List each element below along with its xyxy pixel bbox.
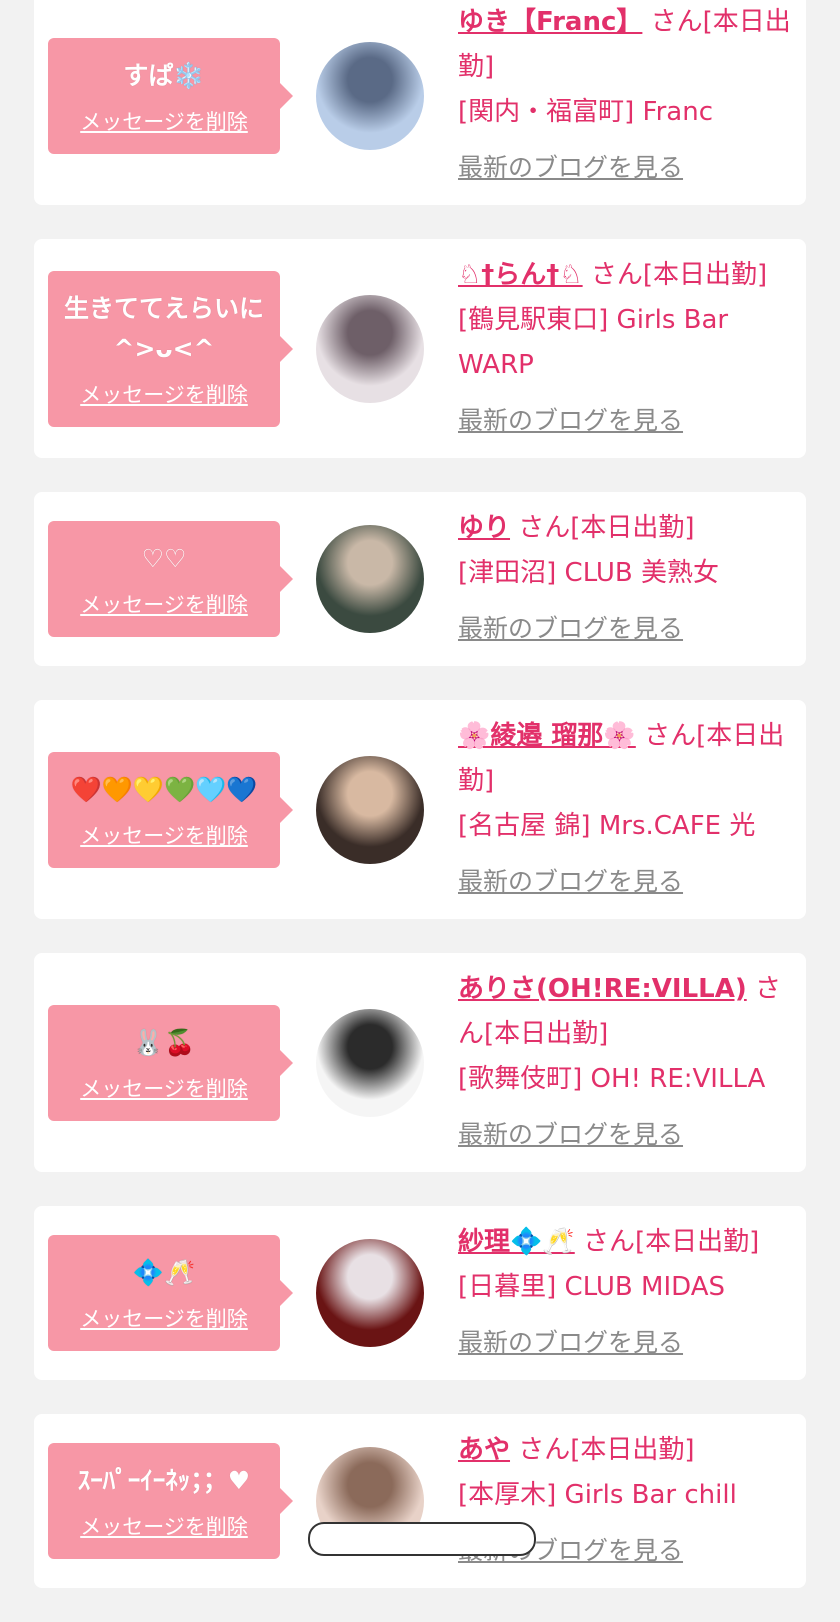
shop-text: [津田沼] CLUB 美熟女 — [458, 558, 720, 588]
message-text: ♡♡ — [141, 544, 187, 573]
message-card: すぱ❄️ メッセージを削除 ゆき【Franc】 さん[本日出勤] [関内・福富町… — [34, 0, 806, 205]
cast-name-link[interactable]: ありさ(OH!RE:VILLA) — [458, 974, 747, 1004]
cast-info: ありさ(OH!RE:VILLA) さん[本日出勤] [歌舞伎町] OH! RE:… — [458, 967, 792, 1158]
cast-info: ゆり さん[本日出勤] [津田沼] CLUB 美熟女 最新のブログを見る — [458, 506, 792, 652]
cast-name-link[interactable]: 紗理💠🥂 — [458, 1227, 575, 1257]
avatar[interactable] — [316, 755, 424, 864]
message-text: 💠🥂 — [132, 1258, 196, 1287]
cast-name-link[interactable]: ♘†らん†♘ — [458, 260, 583, 290]
message-card: 🐰🍒 メッセージを削除 ありさ(OH!RE:VILLA) さん[本日出勤] [歌… — [34, 953, 806, 1172]
delete-message-link[interactable]: メッセージを削除 — [80, 106, 248, 136]
cast-status-text: さん[本日出勤] — [583, 1227, 760, 1257]
cast-name-link[interactable]: ゆり — [458, 513, 510, 543]
cast-name-link[interactable]: あや — [458, 1435, 510, 1465]
cast-status-text: さん[本日出勤] — [518, 513, 695, 543]
message-card: 💠🥂 メッセージを削除 紗理💠🥂 さん[本日出勤] [日暮里] CLUB MID… — [34, 1206, 806, 1380]
avatar[interactable] — [316, 41, 424, 150]
message-bubble: 💠🥂 メッセージを削除 — [48, 1235, 293, 1351]
delete-message-link[interactable]: メッセージを削除 — [80, 589, 248, 619]
avatar[interactable] — [316, 1239, 424, 1347]
bottom-floating-button[interactable] — [308, 1522, 536, 1556]
shop-text: [日暮里] CLUB MIDAS — [458, 1272, 725, 1302]
cast-info: 🌸綾邉 瑠那🌸 さん[本日出勤] [名古屋 錦] Mrs.CAFE 光 最新のブ… — [458, 714, 792, 905]
message-bubble: ｽｰﾊﾟｰｲｰﾈｯ；；♥ メッセージを削除 — [48, 1443, 293, 1559]
cast-name-link[interactable]: 🌸綾邉 瑠那🌸 — [458, 721, 636, 751]
message-card: ｽｰﾊﾟｰｲｰﾈｯ；；♥ メッセージを削除 あや さん[本日出勤] [本厚木] … — [34, 1414, 806, 1588]
latest-blog-link[interactable]: 最新のブログを見る — [458, 398, 683, 443]
cast-name-link[interactable]: ゆき【Franc】 — [458, 7, 642, 37]
shop-text: [本厚木] Girls Bar chill — [458, 1480, 737, 1510]
cast-status-text: さん[本日出勤] — [590, 260, 768, 290]
latest-blog-link[interactable]: 最新のブログを見る — [458, 145, 683, 190]
message-bubble: 生きててえらいに ^>ᴗ<^ メッセージを削除 — [48, 270, 293, 427]
latest-blog-link[interactable]: 最新のブログを見る — [458, 1320, 683, 1365]
delete-message-link[interactable]: メッセージを削除 — [80, 820, 248, 850]
message-bubble: ♡♡ メッセージを削除 — [48, 521, 293, 637]
message-text: ｽｰﾊﾟｰｲｰﾈｯ；；♥ — [77, 1466, 251, 1495]
message-text: 生きててえらいに ^>ᴗ<^ — [63, 293, 264, 363]
message-card: ♡♡ メッセージを削除 ゆり さん[本日出勤] [津田沼] CLUB 美熟女 最… — [34, 492, 806, 666]
message-bubble: すぱ❄️ メッセージを削除 — [48, 37, 293, 154]
message-bubble: 🐰🍒 メッセージを削除 — [48, 1004, 293, 1121]
cast-info: ゆき【Franc】 さん[本日出勤] [関内・福富町] Franc 最新のブログ… — [458, 0, 792, 191]
latest-blog-link[interactable]: 最新のブログを見る — [458, 1112, 683, 1157]
delete-message-link[interactable]: メッセージを削除 — [80, 1303, 248, 1333]
cast-info: 紗理💠🥂 さん[本日出勤] [日暮里] CLUB MIDAS 最新のブログを見る — [458, 1220, 792, 1366]
shop-text: [名古屋 錦] Mrs.CAFE 光 — [458, 811, 756, 841]
delete-message-link[interactable]: メッセージを削除 — [80, 1073, 248, 1103]
cast-info: ♘†らん†♘ さん[本日出勤] [鶴見駅東口] Girls Bar WARP 最… — [458, 253, 792, 444]
avatar[interactable] — [316, 525, 424, 633]
message-card: 生きててえらいに ^>ᴗ<^ メッセージを削除 ♘†らん†♘ さん[本日出勤] … — [34, 239, 806, 458]
message-card: ❤️🧡💛💚🩵💙 メッセージを削除 🌸綾邉 瑠那🌸 さん[本日出勤] [名古屋 錦… — [34, 700, 806, 919]
message-text: 🐰🍒 — [132, 1027, 196, 1057]
latest-blog-link[interactable]: 最新のブログを見る — [458, 606, 683, 651]
message-text: ❤️🧡💛💚🩵💙 — [70, 774, 258, 804]
message-bubble: ❤️🧡💛💚🩵💙 メッセージを削除 — [48, 751, 293, 868]
shop-text: [歌舞伎町] OH! RE:VILLA — [458, 1064, 766, 1094]
avatar[interactable] — [316, 1008, 424, 1117]
delete-message-link[interactable]: メッセージを削除 — [80, 379, 248, 409]
message-text: すぱ❄️ — [123, 60, 205, 90]
message-list: すぱ❄️ メッセージを削除 ゆき【Franc】 さん[本日出勤] [関内・福富町… — [34, 0, 806, 1622]
avatar[interactable] — [316, 294, 424, 403]
shop-text: [鶴見駅東口] Girls Bar WARP — [458, 305, 729, 380]
shop-text: [関内・福富町] Franc — [458, 97, 714, 127]
cast-status-text: さん[本日出勤] — [518, 1435, 695, 1465]
delete-message-link[interactable]: メッセージを削除 — [80, 1511, 248, 1541]
latest-blog-link[interactable]: 最新のブログを見る — [458, 859, 683, 904]
